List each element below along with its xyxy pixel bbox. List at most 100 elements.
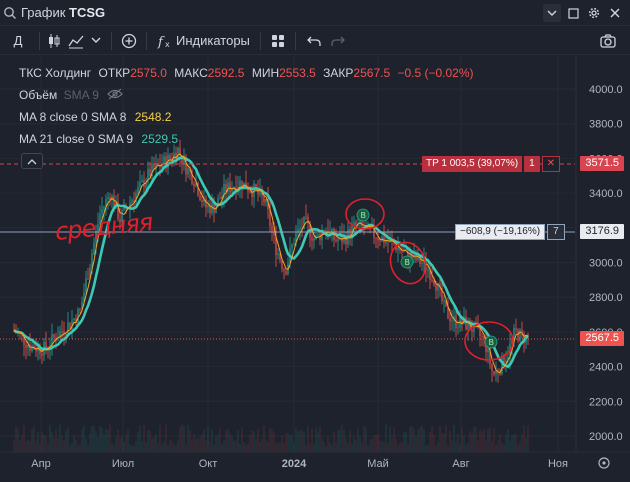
volume-bar [19,440,21,452]
camera-icon [600,33,616,48]
annotation-text[interactable]: средняя [54,208,154,246]
candle-body [187,167,189,175]
window-controls [540,4,624,22]
candles-chart-button[interactable] [43,27,65,55]
buy-marker[interactable]: B [484,335,498,349]
redo-button[interactable] [326,27,350,55]
candle-body [421,263,423,265]
volume-bar [35,440,37,452]
volume-bar [217,435,219,452]
candle-body [149,168,151,176]
volume-bar [509,440,511,452]
volume-bar [255,438,257,452]
volume-bar [57,438,59,452]
volume-bar [345,438,347,452]
volume-bar [267,441,269,452]
volume-bar [307,425,309,452]
volume-bar [469,431,471,452]
undo-button[interactable] [302,27,326,55]
legend-volume[interactable]: Объём SMA 9 [19,88,124,102]
buy-marker[interactable]: B [356,208,370,222]
volume-bar [389,426,391,452]
volume-bar [63,440,65,452]
settings-button[interactable] [585,4,603,22]
legend-ma8-value: 2548.2 [134,110,172,124]
tp-price-tag: 3571.5 [580,156,624,171]
screenshot-button[interactable] [598,27,618,55]
legend-low-label: МИН [251,66,280,80]
compare-button[interactable] [118,27,140,55]
volume-bar [99,425,101,452]
volume-bar [149,430,151,452]
window-title-symbol[interactable]: TCSG [69,5,105,20]
volume-bar [87,444,89,452]
position-qty[interactable]: 7 [547,224,565,240]
restore-window-button[interactable] [564,4,582,22]
area-chart-button[interactable] [65,27,87,55]
chart-type-dropdown[interactable] [87,27,105,55]
take-profit-order[interactable]: TP 1 003,5 (39,07%) 1 ✕ [422,156,561,172]
window-title-prefix: График [21,5,66,20]
volume-bar [287,432,289,452]
volume-bar [291,434,293,452]
volume-bar [79,443,81,452]
volume-bar [513,433,515,452]
volume-bar [175,445,177,452]
svg-text:f: f [157,35,165,49]
position-pnl[interactable]: −608,9 (−19,16%) [455,224,546,240]
volume-bar [31,428,33,452]
volume-bar [431,426,433,452]
legend-symbol-name[interactable]: ТКС Холдинг [19,66,91,80]
volume-bar [507,429,509,452]
candle-body [199,195,201,201]
volume-bar [387,443,389,452]
volume-bar [493,427,495,452]
volume-bar [51,431,53,452]
volume-bar [321,438,323,452]
time-axis-settings-button[interactable] [598,457,610,469]
candle-body [73,318,75,321]
candle-body [131,200,133,203]
candle-body [427,269,429,271]
position-order[interactable]: −608,9 (−19,16%) 7 [455,224,565,240]
legend-ma21-label: MA 21 close 0 SMA 9 [19,132,134,146]
candle-body [141,180,143,182]
eye-hidden-icon[interactable] [107,88,124,100]
take-profit-label[interactable]: TP 1 003,5 (39,07%) [422,156,523,172]
legend-collapse-button[interactable] [21,153,43,169]
indicators-button[interactable]: f x Индикаторы [153,27,254,55]
toolbar-divider [111,31,112,50]
legend-ma8[interactable]: MA 8 close 0 SMA 8 2548.2 [19,110,171,124]
volume-bar [125,434,127,452]
volume-bar [425,445,427,452]
time-tick-label: Ноя [548,458,568,470]
chart-pane[interactable]: 4000.03800.03600.03400.03200.03000.02800… [0,56,630,482]
candle-body [379,240,381,242]
search-icon[interactable] [3,6,17,20]
volume-bar [483,428,485,452]
close-window-button[interactable] [606,4,624,22]
volume-bar [329,442,331,452]
volume-bar [41,431,43,452]
interval-button[interactable]: Д [0,27,36,55]
take-profit-qty[interactable]: 1 [524,156,540,172]
volume-bar [93,426,95,452]
volume-bar [249,435,251,452]
legend-ma21[interactable]: MA 21 close 0 SMA 9 2529.5 [19,132,178,146]
candle-body [299,228,301,230]
volume-bar [283,442,285,452]
candle-body [205,198,207,208]
volume-bar [405,432,407,452]
volume-bar [211,429,213,452]
candle-body [291,244,293,249]
volume-bar [303,431,305,452]
layouts-button[interactable] [267,27,289,55]
volume-bar [299,430,301,452]
take-profit-cancel-button[interactable]: ✕ [541,156,561,172]
volume-bar [33,425,35,452]
buy-marker-label: B [489,338,495,347]
buy-marker[interactable]: B [400,255,414,269]
candle-body [451,320,453,322]
collapse-window-button[interactable] [543,4,561,22]
volume-bar [65,430,67,452]
